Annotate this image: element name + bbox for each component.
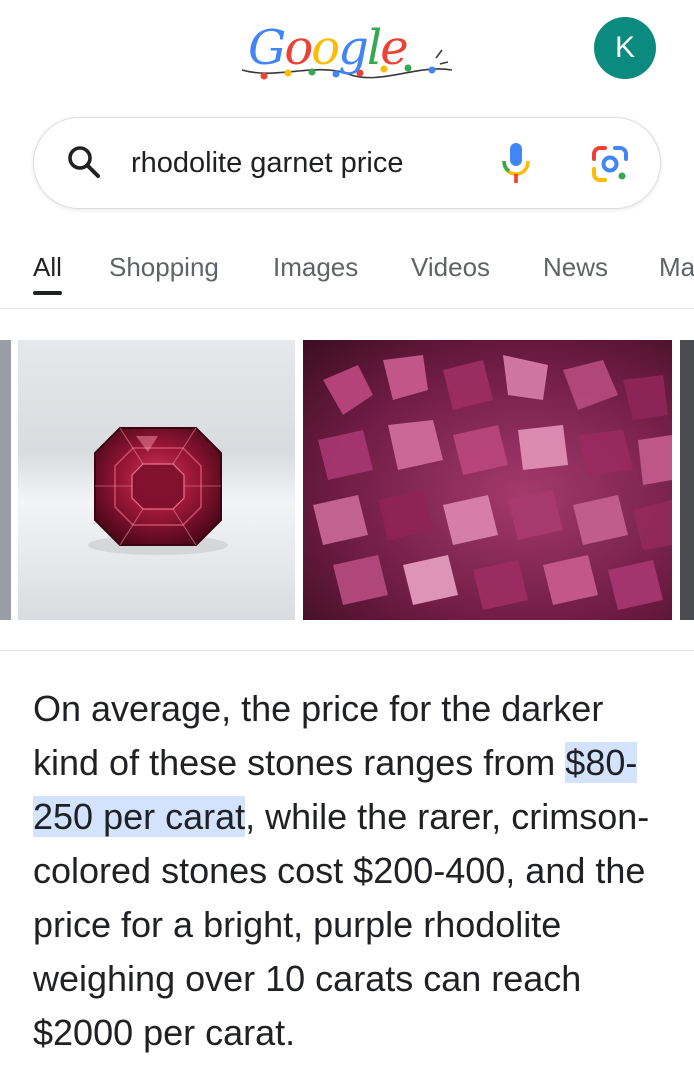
search-icon (68, 146, 100, 178)
cut-rhodolite-gem-photo[interactable] (18, 340, 295, 620)
tabs-divider (0, 308, 694, 309)
logo-letter-5: l (366, 20, 382, 76)
image-tile-partial-left[interactable] (0, 340, 11, 620)
rough-rhodolite-stones-photo[interactable] (303, 340, 672, 620)
rough-stones-graphic (313, 355, 672, 610)
tab-all[interactable]: All (33, 250, 62, 284)
microphone-icon[interactable] (500, 141, 532, 185)
logo-letter-6: e (380, 20, 408, 76)
logo-letter-2: o (284, 20, 313, 76)
logo-letter-1: G (248, 20, 286, 76)
tab-news[interactable]: News (543, 250, 608, 284)
active-tab-indicator (33, 291, 62, 295)
account-avatar[interactable]: K (594, 17, 656, 79)
tab-more[interactable]: Ma (659, 250, 694, 284)
tab-images[interactable]: Images (273, 250, 358, 284)
tab-videos[interactable]: Videos (411, 250, 490, 284)
logo-letter-4: g (338, 20, 369, 76)
tab-shopping[interactable]: Shopping (109, 250, 219, 284)
search-query[interactable]: rhodolite garnet price (131, 144, 403, 182)
image-tile-partial-right[interactable] (680, 340, 694, 620)
google-logo-text: Google (248, 20, 409, 76)
snippet-text-before: On average, the price for the darker kin… (33, 688, 604, 783)
section-divider (0, 650, 694, 651)
octagon-gem-graphic (88, 427, 228, 555)
camera-lens-icon[interactable] (588, 142, 632, 186)
featured-snippet-text: On average, the price for the darker kin… (33, 682, 673, 1060)
logo-letter-3: o (311, 20, 340, 76)
avatar-initial: K (614, 31, 635, 64)
image-results-strip[interactable] (0, 340, 694, 620)
google-logo[interactable]: Google (236, 18, 458, 98)
